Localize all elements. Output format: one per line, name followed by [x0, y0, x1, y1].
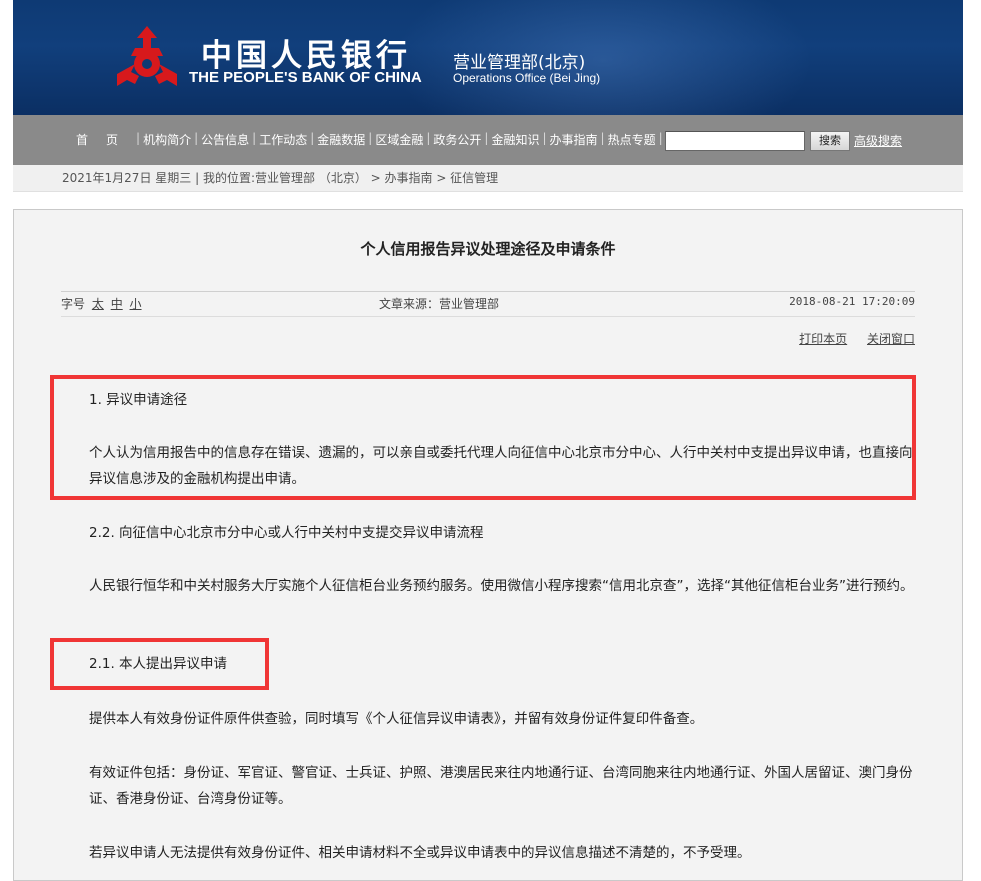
breadcrumb-path[interactable]: 营业管理部 （北京） > 办事指南 > 征信管理	[255, 171, 498, 185]
close-window-link[interactable]: 关闭窗口	[867, 332, 915, 346]
search-button[interactable]: 搜索	[810, 131, 850, 151]
nav-item-service-guide[interactable]: 办事指南	[547, 131, 601, 148]
font-size-controls: 字号 太 中 小	[61, 295, 142, 312]
nav-items: 首页 | 机构简介 | 公告信息 | 工作动态 | 金融数据 | 区域金融 | …	[73, 131, 663, 148]
paragraph: 若异议申请人无法提供有效身份证件、相关申请材料不全或异议申请表中的异议信息描述不…	[89, 845, 751, 861]
font-size-large-link[interactable]: 太	[92, 297, 104, 311]
breadcrumb-separator: |	[195, 171, 203, 185]
nav-item-hot-topics[interactable]: 热点专题	[605, 131, 659, 148]
paragraph: 有效证件包括：身份证、军官证、警官证、士兵证、护照、港澳居民来往内地通行证、台湾…	[89, 765, 913, 807]
office-name-en: Operations Office (Bei Jing)	[453, 71, 601, 85]
nav-item-financial-data[interactable]: 金融数据	[314, 131, 368, 148]
breadcrumb-bar: 2021年1月27日 星期三 | 我的位置:营业管理部 （北京） > 办事指南 …	[13, 165, 963, 192]
highlight-box	[50, 638, 269, 690]
nav-item-about[interactable]: 机构简介	[140, 131, 194, 148]
nav-item-news[interactable]: 工作动态	[256, 131, 310, 148]
article-title: 个人信用报告异议处理途径及申请条件	[360, 240, 616, 258]
office-name-cn: 营业管理部(北京)	[453, 53, 586, 73]
divider	[61, 316, 915, 317]
paragraph: 人民银行恒华和中关村服务大厅实施个人征信柜台业务预约服务。使用微信小程序搜索“信…	[89, 578, 914, 594]
highlight-box	[50, 375, 916, 500]
advanced-search-link[interactable]: 高级搜索	[854, 132, 902, 149]
site-header: 中国人民银行 THE PEOPLE'S BANK OF CHINA 营业管理部(…	[13, 0, 963, 115]
breadcrumb: 2021年1月27日 星期三 | 我的位置:营业管理部 （北京） > 办事指南 …	[62, 165, 498, 191]
nav-item-notices[interactable]: 公告信息	[198, 131, 252, 148]
article-source: 文章来源：营业管理部	[379, 297, 500, 311]
brand-name-en: THE PEOPLE'S BANK OF CHINA	[189, 69, 422, 86]
font-size-small-link[interactable]: 小	[130, 297, 142, 311]
article-panel: 个人信用报告异议处理途径及申请条件 字号 太 中 小 文章来源：营业管理部 20…	[13, 209, 963, 881]
section-heading: 2.2. 向征信中心北京市分中心或人行中关村中支提交异议申请流程	[89, 525, 484, 541]
divider	[61, 291, 915, 292]
article-tools: 打印本页 关闭窗口	[783, 330, 915, 347]
nav-item-regional-finance[interactable]: 区域金融	[372, 131, 426, 148]
nav-item-public-affairs[interactable]: 政务公开	[430, 131, 484, 148]
font-size-label: 字号	[61, 297, 86, 311]
bank-logo-icon	[117, 26, 177, 86]
font-size-medium-link[interactable]: 中	[111, 297, 123, 311]
article-datetime: 2018-08-21 17:20:09	[789, 295, 915, 308]
print-page-link[interactable]: 打印本页	[799, 332, 847, 346]
nav-separator: |	[658, 131, 663, 145]
main-nav: 首页 | 机构简介 | 公告信息 | 工作动态 | 金融数据 | 区域金融 | …	[13, 115, 963, 165]
article-meta: 字号 太 中 小 文章来源：营业管理部 2018-08-21 17:20:09	[61, 295, 915, 315]
location-label: 我的位置:	[202, 171, 255, 185]
current-date: 2021年1月27日 星期三	[62, 171, 192, 185]
nav-item-financial-knowledge[interactable]: 金融知识	[488, 131, 542, 148]
nav-item-home[interactable]: 首页	[73, 131, 136, 148]
paragraph: 提供本人有效身份证件原件供查验，同时填写《个人征信异议申请表》，并留有效身份证件…	[89, 711, 704, 727]
search-input[interactable]	[665, 131, 805, 151]
